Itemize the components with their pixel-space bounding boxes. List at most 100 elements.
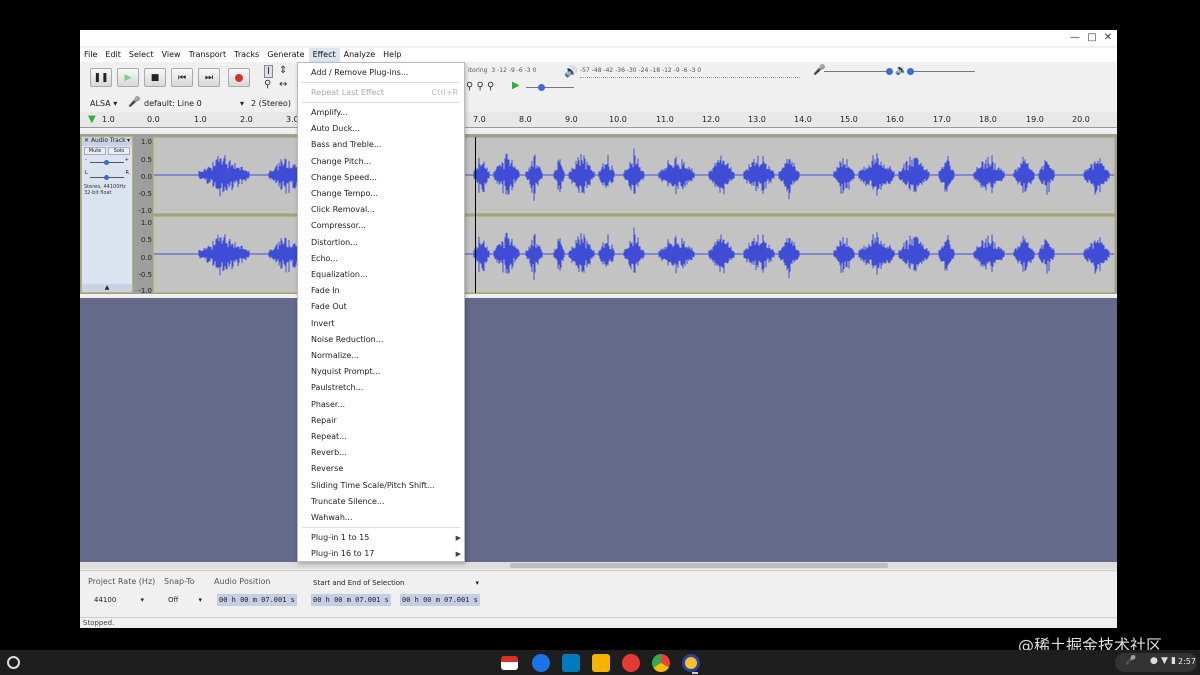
- menu-view[interactable]: View: [158, 48, 185, 62]
- menu-item-effect[interactable]: Echo...: [298, 251, 464, 267]
- close-icon[interactable]: ✕: [84, 137, 89, 144]
- menu-analyze[interactable]: Analyze: [340, 48, 380, 62]
- play-speed-thumb[interactable]: [538, 84, 545, 91]
- app-icon[interactable]: [622, 654, 640, 672]
- channels-select[interactable]: 2 (Stereo): [251, 99, 291, 108]
- pan-slider-thumb[interactable]: [104, 175, 109, 180]
- audacity-icon[interactable]: [682, 654, 700, 672]
- empty-track-area[interactable]: [80, 298, 1117, 566]
- scrollbar-thumb[interactable]: [510, 563, 888, 568]
- collapse-track-button[interactable]: ▲: [82, 284, 132, 292]
- speaker-icon[interactable]: 🔊: [564, 65, 578, 78]
- menu-item-effect[interactable]: Equalization...: [298, 267, 464, 283]
- gain-slider-thumb[interactable]: [104, 160, 109, 165]
- selection-tool-icon[interactable]: I: [264, 65, 273, 78]
- project-rate-value: 44100: [94, 596, 117, 604]
- menu-effect[interactable]: Effect: [308, 48, 340, 62]
- messages-icon[interactable]: [532, 654, 550, 672]
- menu-item-label: Compressor...: [311, 221, 366, 231]
- menu-item-effect[interactable]: Noise Reduction...: [298, 332, 464, 348]
- menu-item-effect[interactable]: Reverse: [298, 461, 464, 477]
- maximize-button[interactable]: □: [1085, 32, 1099, 43]
- skip-start-button[interactable]: ⏮: [171, 68, 193, 87]
- menu-item-effect[interactable]: Sliding Time Scale/Pitch Shift...: [298, 478, 464, 494]
- minimize-button[interactable]: —: [1068, 32, 1082, 43]
- snap-to-select[interactable]: Off ▾: [164, 594, 204, 607]
- menu-item-effect[interactable]: Change Tempo...: [298, 186, 464, 202]
- skip-end-button[interactable]: ⏭: [198, 68, 220, 87]
- timeline-ruler[interactable]: ▼ 1.0 0.0 1.0 2.0 3.0 7.0 8.0 9.0 10.0 1…: [80, 112, 1117, 128]
- menu-edit[interactable]: Edit: [101, 48, 125, 62]
- menu-item-label: Reverse: [311, 464, 344, 474]
- menu-item-effect[interactable]: Click Removal...: [298, 202, 464, 218]
- fit-selection-icon[interactable]: ⚲: [477, 81, 484, 92]
- play-icon: ▶: [124, 72, 132, 83]
- menu-select[interactable]: Select: [125, 48, 158, 62]
- envelope-tool-icon[interactable]: ⇕: [279, 65, 287, 76]
- play-at-speed-icon[interactable]: ▶: [512, 80, 520, 91]
- mute-button[interactable]: Mute: [84, 147, 106, 155]
- timeshift-tool-icon[interactable]: ↔: [279, 79, 287, 90]
- project-rate-select[interactable]: 44100 ▾: [90, 594, 146, 607]
- host-select[interactable]: ALSA ▾: [90, 99, 117, 108]
- menu-item-effect[interactable]: Distortion...: [298, 235, 464, 251]
- zoom-tool-icon[interactable]: ⚲: [264, 79, 271, 90]
- close-button[interactable]: ✕: [1101, 32, 1115, 43]
- trello-icon[interactable]: [562, 654, 580, 672]
- menu-item-effect[interactable]: Phaser...: [298, 397, 464, 413]
- play-speed-slider[interactable]: [526, 87, 574, 88]
- menu-item-plugin-1-15[interactable]: Plug-in 1 to 15 ▶: [298, 530, 464, 546]
- playback-volume-thumb[interactable]: [907, 68, 914, 75]
- playback-cursor: [475, 137, 476, 293]
- menu-item-effect[interactable]: Reverb...: [298, 445, 464, 461]
- menu-item-effect[interactable]: Auto Duck...: [298, 121, 464, 137]
- track-control-panel[interactable]: ✕ Audio Track ▾ Mute Solo - + L R Stereo…: [81, 136, 133, 293]
- menu-item-effect[interactable]: Compressor...: [298, 218, 464, 234]
- selection-start-field[interactable]: 00 h 00 m 07.001 s: [311, 594, 391, 606]
- zoom-toggle-icon[interactable]: ⚲: [487, 81, 494, 92]
- pause-button[interactable]: ❚❚: [90, 68, 112, 87]
- menu-item-effect[interactable]: Invert: [298, 316, 464, 332]
- menu-item-effect[interactable]: Normalize...: [298, 348, 464, 364]
- menu-item-effect[interactable]: Nyquist Prompt...: [298, 364, 464, 380]
- menu-item-effect[interactable]: Paulstretch...: [298, 380, 464, 396]
- selection-mode-select[interactable]: Start and End of Selection ▾: [309, 578, 482, 590]
- menu-item-effect[interactable]: Fade Out: [298, 299, 464, 315]
- menu-item-plugin-16-17[interactable]: Plug-in 16 to 17 ▶: [298, 546, 464, 562]
- chrome-icon[interactable]: [652, 654, 670, 672]
- stop-button[interactable]: ■: [144, 68, 166, 87]
- menu-item-effect[interactable]: Wahwah...: [298, 510, 464, 526]
- record-meter[interactable]: itoring 3 -12 -9 -6 -3 0: [468, 67, 548, 78]
- play-button[interactable]: ▶: [117, 68, 139, 87]
- keep-icon[interactable]: [592, 654, 610, 672]
- menu-item-effect[interactable]: Repair: [298, 413, 464, 429]
- gmail-icon[interactable]: [501, 656, 518, 670]
- menu-tracks[interactable]: Tracks: [230, 48, 263, 62]
- menu-item-effect[interactable]: Change Speed...: [298, 170, 464, 186]
- zoom-in-icon[interactable]: ⚲: [466, 81, 473, 92]
- selection-end-field[interactable]: 00 h 00 m 07.001 s: [400, 594, 480, 606]
- solo-button[interactable]: Solo: [108, 147, 130, 155]
- menu-item-effect[interactable]: Truncate Silence...: [298, 494, 464, 510]
- menu-file[interactable]: File: [80, 48, 101, 62]
- menu-help[interactable]: Help: [379, 48, 405, 62]
- record-volume-thumb[interactable]: [886, 68, 893, 75]
- track-name-bar[interactable]: ✕ Audio Track ▾: [82, 137, 132, 146]
- menu-item-effect[interactable]: Change Pitch...: [298, 154, 464, 170]
- menu-item-effect[interactable]: Repeat...: [298, 429, 464, 445]
- menu-item-effect[interactable]: Fade In: [298, 283, 464, 299]
- menu-transport[interactable]: Transport: [185, 48, 231, 62]
- menu-item-effect[interactable]: Bass and Treble...: [298, 137, 464, 153]
- audio-position-field[interactable]: 00 h 00 m 07.001 s: [217, 594, 297, 606]
- input-device-select[interactable]: default: Line 0 ▾: [144, 99, 244, 108]
- launcher-icon[interactable]: [7, 656, 20, 669]
- menu-item-add-remove-plugins[interactable]: Add / Remove Plug-ins...: [298, 65, 464, 81]
- record-volume-slider[interactable]: [824, 71, 890, 72]
- horizontal-scrollbar[interactable]: [80, 562, 1117, 569]
- playback-meter[interactable]: -57 -48 -42 -36 -30 -24 -18 -12 -9 -6 -3…: [580, 67, 800, 78]
- menu-generate[interactable]: Generate: [263, 48, 308, 62]
- status-tray[interactable]: 🎤 ● ▼ ▮ 2:57: [1115, 653, 1197, 672]
- menu-item-effect[interactable]: Amplify...: [298, 105, 464, 121]
- playback-volume-slider[interactable]: [907, 71, 975, 72]
- record-button[interactable]: [228, 68, 250, 87]
